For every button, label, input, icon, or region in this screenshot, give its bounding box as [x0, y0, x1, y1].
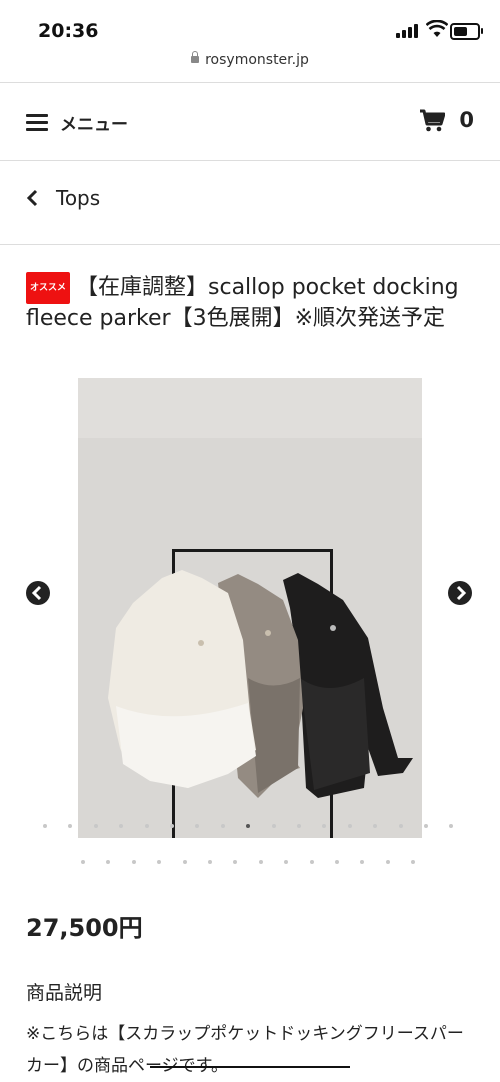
gallery-dot[interactable] [208, 860, 212, 864]
gallery-dot[interactable] [424, 824, 428, 828]
status-time: 20:36 [38, 20, 99, 42]
gallery-dot[interactable] [93, 824, 98, 828]
gallery-prev-button[interactable] [26, 581, 50, 605]
gallery-dot[interactable] [271, 824, 276, 828]
site-header: メニュー 0 [0, 84, 500, 160]
lock-icon [191, 51, 200, 63]
breadcrumb-back-link[interactable]: Tops [26, 186, 100, 210]
wifi-icon [426, 20, 448, 37]
gallery-dot[interactable] [81, 860, 85, 864]
product-price: 27,500円 [26, 914, 143, 942]
gallery-next-button[interactable] [448, 581, 472, 605]
gallery-dot[interactable] [411, 860, 416, 864]
gallery-pagination-row-1 [0, 824, 500, 832]
menu-label: メニュー [60, 115, 128, 135]
divider [0, 244, 500, 245]
gallery-dot[interactable] [233, 860, 238, 864]
gallery-dot[interactable] [131, 860, 136, 864]
divider [0, 82, 500, 83]
status-bar: 20:36 [0, 0, 500, 52]
breadcrumb-label: Tops [56, 186, 101, 210]
gallery-dot[interactable] [322, 824, 327, 828]
product-title: オススメ 【在庫調整】scallop pocket docking fleece … [26, 272, 476, 334]
hamburger-icon [26, 113, 48, 132]
address-bar[interactable]: rosymonster.jp [0, 51, 500, 80]
gallery-dot[interactable] [246, 824, 251, 828]
chevron-left-icon [26, 189, 38, 207]
signal-icon [396, 22, 420, 38]
gallery-dot[interactable] [182, 860, 187, 864]
url-text: rosymonster.jp [205, 52, 309, 68]
gallery-dot[interactable] [284, 860, 289, 864]
cart-icon [420, 109, 446, 132]
product-photo [78, 378, 422, 838]
gallery-dot[interactable] [106, 860, 111, 864]
gallery-dot[interactable] [347, 824, 352, 828]
gallery-dot[interactable] [144, 824, 149, 828]
gallery-dot[interactable] [373, 824, 378, 828]
gallery-dot[interactable] [157, 860, 162, 864]
product-image[interactable] [78, 378, 422, 838]
product-title-text: 【在庫調整】scallop pocket docking fleece park… [26, 275, 459, 331]
gallery-dot[interactable] [360, 860, 365, 864]
description-heading: 商品説明 [26, 982, 103, 1004]
gallery-dot[interactable] [170, 824, 174, 828]
gallery-dot[interactable] [220, 824, 225, 828]
gallery-dot[interactable] [258, 860, 263, 864]
battery-icon [450, 23, 483, 40]
gallery-dot[interactable] [68, 824, 73, 828]
divider [0, 160, 500, 161]
gallery-dot[interactable] [119, 824, 124, 828]
gallery-dot[interactable] [385, 860, 390, 864]
scribble-mark [150, 1066, 350, 1068]
gallery-pagination-row-2 [0, 860, 500, 868]
gallery-dot[interactable] [297, 824, 301, 828]
cart-button[interactable]: 0 [419, 108, 474, 132]
recommend-badge: オススメ [26, 272, 71, 304]
gallery-dot[interactable] [335, 860, 339, 864]
gallery-dot[interactable] [43, 824, 47, 828]
description-text: ※こちらは【スカラップポケットドッキングフリースパーカー】の商品ページです。 [26, 1024, 464, 1076]
gallery-dot[interactable] [398, 824, 403, 828]
gallery-dot[interactable] [195, 824, 200, 828]
arrow-left-icon [31, 585, 42, 601]
cart-count: 0 [459, 108, 474, 132]
gallery-dot[interactable] [309, 860, 314, 864]
menu-button[interactable]: メニュー [26, 110, 128, 135]
gallery-dot[interactable] [449, 824, 454, 828]
arrow-right-icon [456, 585, 467, 601]
